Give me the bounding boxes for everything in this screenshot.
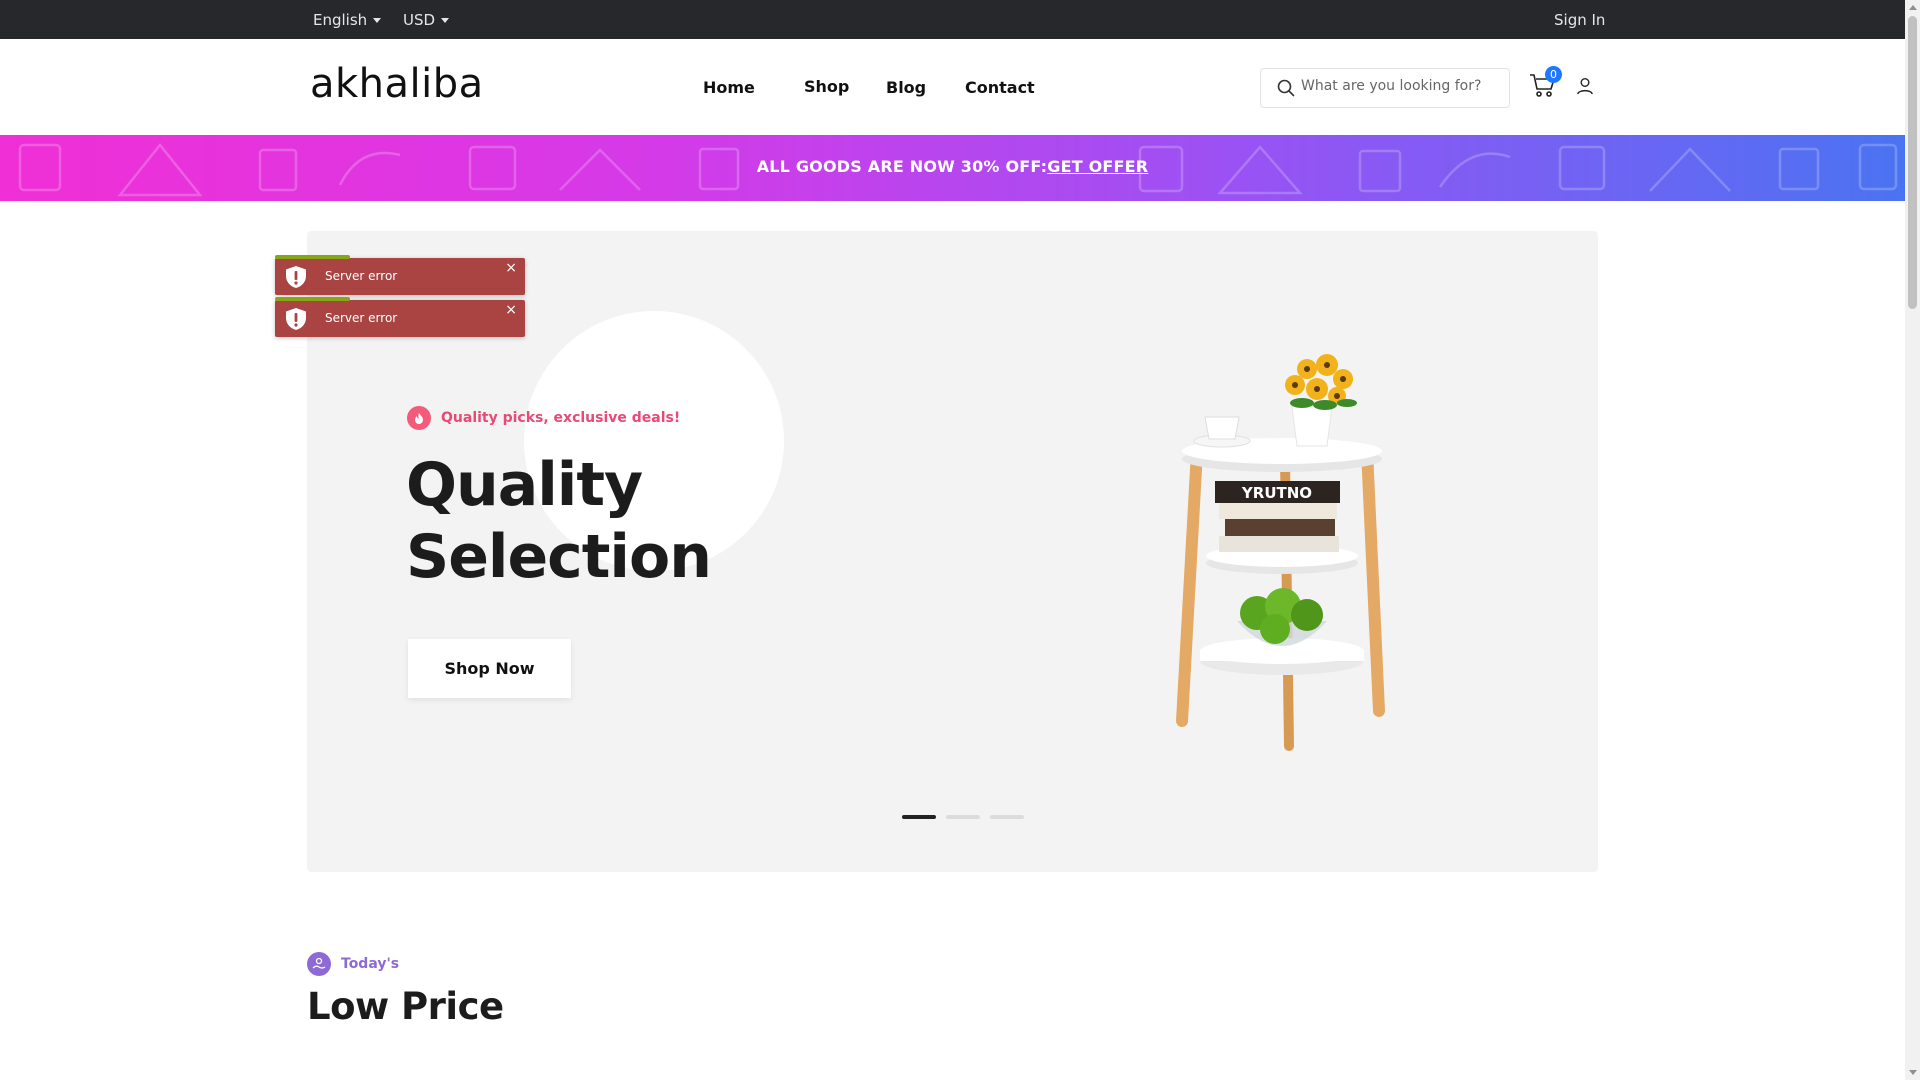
- shop-now-button[interactable]: Shop Now: [408, 639, 571, 698]
- toast-message: Server error: [325, 311, 398, 325]
- search-box: [1260, 68, 1510, 108]
- nav-contact[interactable]: Contact: [965, 78, 1035, 97]
- shield-alert-icon: [284, 265, 308, 293]
- currency-label: USD: [403, 11, 436, 29]
- scroll-up-icon[interactable]: [1909, 5, 1917, 10]
- page-scrollbar[interactable]: [1905, 0, 1920, 1080]
- slide-dot-1[interactable]: [902, 815, 936, 819]
- toast-progress: [275, 255, 350, 259]
- section-title: Low Price: [307, 985, 504, 1028]
- slide-dot-2[interactable]: [946, 815, 980, 819]
- language-selector[interactable]: English: [313, 11, 382, 29]
- search-input[interactable]: [1301, 78, 1501, 94]
- nav-blog[interactable]: Blog: [886, 78, 926, 97]
- search-icon[interactable]: [1277, 79, 1295, 101]
- section-eyebrow: Today's: [307, 952, 399, 976]
- promo-message: ALL GOODS ARE NOW 30% OFF:GET OFFER: [0, 157, 1905, 176]
- nav-shop[interactable]: Shop: [804, 77, 849, 96]
- sign-in-link[interactable]: Sign In: [1554, 11, 1605, 29]
- close-icon[interactable]: ×: [505, 302, 517, 318]
- chevron-down-icon: [441, 17, 450, 23]
- hero-title: Quality Selection: [406, 450, 712, 592]
- toast-message: Server error: [325, 269, 398, 283]
- tagline-text: Quality picks, exclusive deals!: [441, 410, 681, 426]
- svg-text:YRUTNO: YRUTNO: [1241, 484, 1312, 502]
- account-button[interactable]: [1576, 77, 1594, 99]
- slide-dot-3[interactable]: [990, 815, 1024, 819]
- error-toast: Server error ×: [275, 297, 525, 337]
- nav-home[interactable]: Home: [703, 78, 755, 97]
- user-icon: [1577, 78, 1593, 95]
- top-bar: English USD Sign In: [0, 0, 1905, 39]
- fire-icon: [407, 406, 431, 430]
- page: English USD Sign In akhaliba Home Shop B…: [0, 0, 1905, 1080]
- promo-text: ALL GOODS ARE NOW 30% OFF:: [756, 157, 1048, 176]
- chevron-down-icon: [373, 17, 382, 23]
- site-header: akhaliba Home Shop Blog Contact 0: [0, 39, 1905, 135]
- promo-banner: ALL GOODS ARE NOW 30% OFF:GET OFFER: [0, 135, 1905, 201]
- cart-count-badge: 0: [1545, 66, 1562, 83]
- eyebrow-text: Today's: [341, 956, 400, 972]
- logo[interactable]: akhaliba: [310, 61, 484, 107]
- language-label: English: [313, 11, 368, 29]
- shield-alert-icon: [284, 307, 308, 335]
- get-offer-link[interactable]: GET OFFER: [1047, 157, 1148, 176]
- scroll-down-icon[interactable]: [1909, 1070, 1917, 1075]
- currency-selector[interactable]: USD: [403, 11, 450, 29]
- side-table-image: YRUTNO: [1176, 354, 1385, 751]
- slider-dots: [902, 815, 1024, 819]
- hand-coin-icon: [307, 952, 331, 976]
- toast-progress: [275, 297, 350, 301]
- hero-tagline: Quality picks, exclusive deals!: [407, 406, 680, 430]
- scrollbar-thumb[interactable]: [1908, 16, 1917, 309]
- error-toast: Server error ×: [275, 255, 525, 295]
- close-icon[interactable]: ×: [505, 260, 517, 276]
